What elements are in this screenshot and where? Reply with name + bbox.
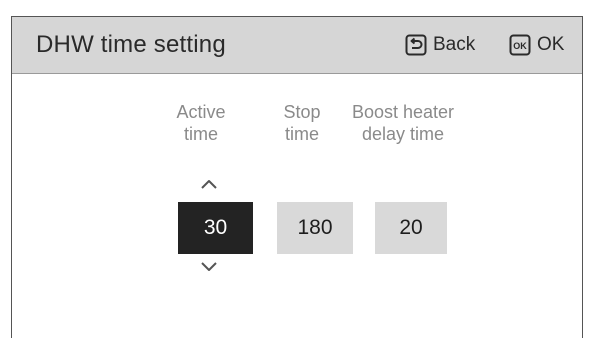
header-bar: DHW time setting Back OK OK <box>12 17 582 74</box>
ok-label: OK <box>537 34 565 55</box>
page-title: DHW time setting <box>36 31 226 58</box>
stop-time-value[interactable]: 180 <box>277 202 353 254</box>
boost-heater-delay-time-value[interactable]: 20 <box>375 202 447 254</box>
active-time-value[interactable]: 30 <box>178 202 253 254</box>
active-time-label: Active time <box>176 102 226 144</box>
back-label: Back <box>433 34 476 55</box>
ok-key-icon-text: OK <box>513 41 527 51</box>
dhw-time-setting-screen: DHW time setting Back OK OK Active time <box>11 16 583 338</box>
chevron-down-icon[interactable] <box>198 260 220 274</box>
ok-key-icon: OK <box>509 34 531 56</box>
ok-button[interactable]: OK OK <box>509 32 564 58</box>
back-button[interactable]: Back <box>405 32 475 58</box>
back-return-icon <box>405 34 427 56</box>
stop-time-label: Stop time <box>283 102 321 144</box>
boost-heater-delay-time-label: Boost heater delay time <box>351 102 455 144</box>
chevron-up-icon[interactable] <box>198 177 220 191</box>
